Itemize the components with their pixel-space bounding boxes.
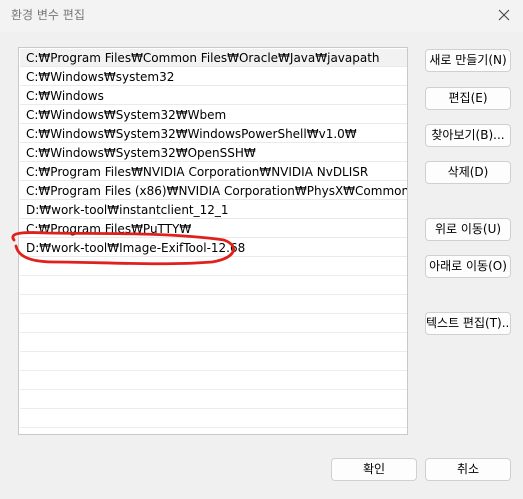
- move-up-button[interactable]: 위로 이동(U): [425, 218, 511, 241]
- list-item[interactable]: D:₩work-tool₩instantclient_12_1: [20, 201, 407, 219]
- path-list[interactable]: C:₩Program Files₩Common Files₩Oracle₩Jav…: [18, 47, 408, 435]
- empty-row: [20, 353, 407, 371]
- empty-row: [20, 258, 407, 276]
- empty-row: [20, 296, 407, 314]
- new-button[interactable]: 새로 만들기(N): [425, 49, 511, 72]
- empty-row: [20, 372, 407, 390]
- ok-button[interactable]: 확인: [331, 458, 417, 481]
- list-item[interactable]: C:₩Windows₩system32: [20, 68, 407, 86]
- edit-environment-variable-dialog: 환경 변수 편집 C:₩Program Files₩Common Files₩O…: [0, 0, 523, 499]
- browse-button[interactable]: 찾아보기(B)...: [425, 124, 511, 147]
- edit-button[interactable]: 편집(E): [425, 87, 511, 110]
- list-item[interactable]: C:₩Program Files (x86)₩NVIDIA Corporatio…: [20, 182, 407, 200]
- cancel-button[interactable]: 취소: [425, 458, 511, 481]
- list-item[interactable]: C:₩Program Files₩NVIDIA Corporation₩NVID…: [20, 163, 407, 181]
- list-item[interactable]: D:₩work-tool₩Image-ExifTool-12.68: [20, 239, 407, 257]
- close-button[interactable]: [488, 0, 520, 30]
- window-title: 환경 변수 편집: [11, 8, 85, 22]
- empty-row: [20, 277, 407, 295]
- empty-row: [20, 334, 407, 352]
- delete-button[interactable]: 삭제(D): [425, 161, 511, 184]
- edit-text-button[interactable]: 텍스트 편집(T)...: [425, 312, 511, 335]
- list-item[interactable]: C:₩Windows₩System32₩WindowsPowerShell₩v1…: [20, 125, 407, 143]
- empty-row: [20, 410, 407, 428]
- list-item[interactable]: C:₩Windows₩System32₩OpenSSH₩: [20, 144, 407, 162]
- list-item[interactable]: C:₩Windows: [20, 87, 407, 105]
- list-item[interactable]: C:₩Windows₩System32₩Wbem: [20, 106, 407, 124]
- list-item[interactable]: C:₩Program Files₩PuTTY₩: [20, 220, 407, 238]
- list-item[interactable]: C:₩Program Files₩Common Files₩Oracle₩Jav…: [20, 49, 407, 67]
- empty-row: [20, 391, 407, 409]
- empty-row: [20, 315, 407, 333]
- title-bar: 환경 변수 편집: [0, 0, 523, 32]
- close-icon: [498, 9, 510, 21]
- move-down-button[interactable]: 아래로 이동(O): [425, 255, 511, 278]
